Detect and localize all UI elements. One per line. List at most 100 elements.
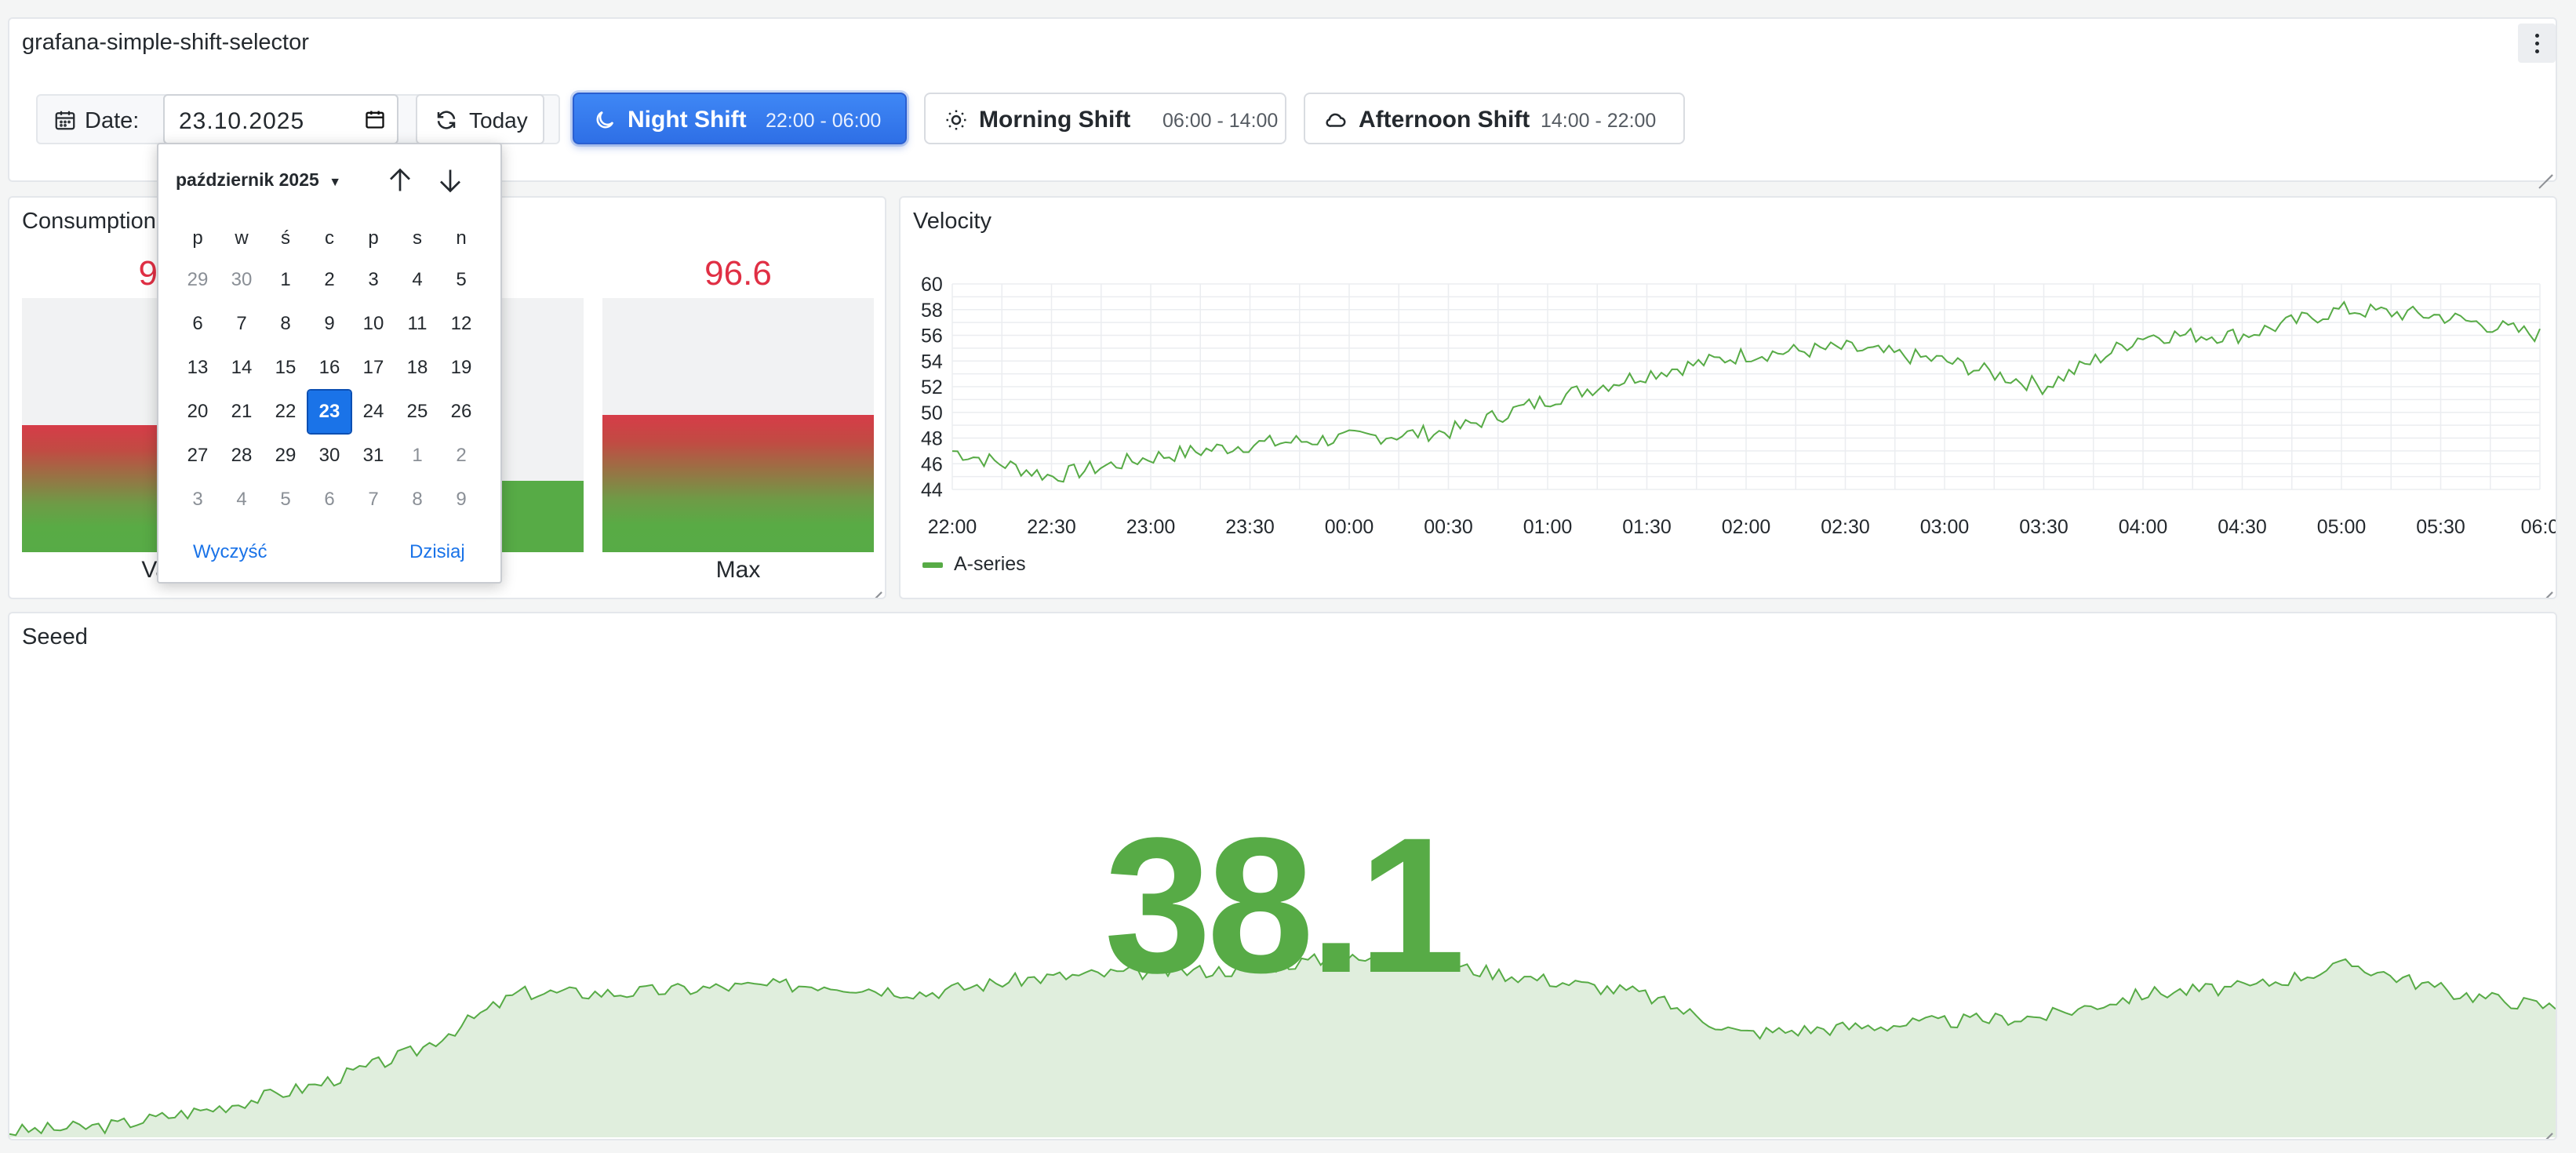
calendar-day[interactable]: 26 [440,391,482,433]
weekday-header: p [368,227,379,249]
grid-lines [951,283,2541,490]
date-group: Date: 23.10.2025 Today [36,94,560,144]
moon-icon [596,111,614,129]
calendar-day[interactable]: 8 [264,303,307,345]
calendar-picker-icon[interactable] [364,108,386,130]
weekday-header: s [413,227,422,249]
resize-handle[interactable] [2538,1122,2552,1136]
gauge-fill [602,415,874,552]
shift-name: Morning Shift [979,107,1131,133]
weekday-header: n [456,227,467,249]
calendar-day[interactable]: 29 [176,259,219,301]
calendar-day[interactable]: 3 [176,478,219,521]
date-input[interactable]: 23.10.2025 [163,94,398,144]
seeed-panel: Seeed 38.1 [8,612,2557,1140]
x-tick-label: 00:30 [1424,516,1473,538]
resize-handle[interactable] [2538,580,2552,595]
calendar-day[interactable]: 2 [440,435,482,477]
calendar-day[interactable]: 5 [264,478,307,521]
calendar-day[interactable]: 29 [264,435,307,477]
calendar-day[interactable]: 16 [308,347,351,389]
panel-menu-button[interactable] [2518,24,2556,63]
x-tick-label: 00:00 [1325,516,1374,538]
previous-month-arrow-icon[interactable] [386,165,414,196]
x-tick-label: 05:30 [2416,516,2465,538]
calendar-day[interactable]: 6 [176,303,219,345]
clear-date-link[interactable]: Wyczyść [193,541,267,563]
night-shift-button[interactable]: Night Shift 22:00 - 06:00 [573,93,907,144]
calendar-day[interactable]: 31 [352,435,395,477]
x-tick-label: 05:00 [2317,516,2367,538]
calendar-day[interactable]: 11 [396,303,438,345]
y-tick-label: 46 [921,453,943,475]
calendar-day[interactable]: 14 [220,347,263,389]
x-tick-label: 23:00 [1126,516,1176,538]
calendar-day[interactable]: 22 [264,391,307,433]
x-tick-label: 23:30 [1225,516,1275,538]
panel-title: Consumption [22,209,156,234]
calendar-day[interactable]: 13 [176,347,219,389]
resize-handle[interactable] [2538,163,2552,177]
calendar-day[interactable]: 4 [396,259,438,301]
calendar-day[interactable]: 10 [352,303,395,345]
afternoon-shift-button[interactable]: Afternoon Shift 14:00 - 22:00 [1304,93,1685,144]
date-value: 23.10.2025 [179,108,305,134]
calendar-day[interactable]: 12 [440,303,482,345]
today-label: Today [469,108,528,133]
calendar-day[interactable]: 17 [352,347,395,389]
weekday-header: c [325,227,334,249]
month-selector[interactable]: październik 2025 ▼ [176,169,341,191]
shift-name: Afternoon Shift [1359,107,1530,133]
date-label: Date: [85,108,140,133]
panel-title: grafana-simple-shift-selector [22,30,309,55]
calendar-day[interactable]: 23 [307,389,352,435]
date-picker-popup: październik 2025 ▼ p w ś c p s n 29 30 1 2 3 4 5 6 7 8 9 1… [157,143,502,584]
today-button[interactable]: Today [416,94,544,144]
y-tick-label: 52 [921,376,943,398]
calendar-day[interactable]: 4 [220,478,263,521]
calendar-day[interactable]: 25 [396,391,438,433]
calendar-day[interactable]: 30 [308,435,351,477]
calendar-day[interactable]: 2 [308,259,351,301]
today-link[interactable]: Dzisiaj [409,541,465,563]
calendar-day[interactable]: 18 [396,347,438,389]
calendar-day[interactable]: 19 [440,347,482,389]
calendar-day[interactable]: 9 [440,478,482,521]
dropdown-caret-icon: ▼ [329,176,342,189]
calendar-day[interactable]: 6 [308,478,351,521]
calendar-day[interactable]: 1 [264,259,307,301]
calendar-day[interactable]: 30 [220,259,263,301]
calendar-day[interactable]: 8 [396,478,438,521]
calendar-day[interactable]: 7 [352,478,395,521]
calendar-day[interactable]: 15 [264,347,307,389]
y-tick-label: 54 [921,351,943,373]
gauge-value: 96.6 [704,254,772,293]
calendar-day[interactable]: 28 [220,435,263,477]
resize-handle[interactable] [868,580,882,595]
y-tick-label: 60 [921,274,943,296]
morning-shift-button[interactable]: Morning Shift 06:00 - 14:00 [924,93,1286,144]
calendar-day[interactable]: 20 [176,391,219,433]
calendar-day[interactable]: 27 [176,435,219,477]
legend-swatch[interactable] [922,562,943,568]
calendar-day[interactable]: 21 [220,391,263,433]
calendar-day[interactable]: 9 [308,303,351,345]
x-tick-label: 04:00 [2119,516,2168,538]
velocity-panel: Velocity 44 46 48 50 52 54 56 58 60 22:00 22:30 23:… [899,196,2557,599]
next-month-arrow-icon[interactable] [436,165,464,196]
stat-value: 38.1 [1104,798,1466,1013]
calendar-day[interactable]: 24 [352,391,395,433]
x-tick-label: 01:00 [1523,516,1573,538]
calendar-day[interactable]: 5 [440,259,482,301]
y-tick-label: 48 [921,428,943,450]
shift-name: Night Shift [628,107,747,133]
calendar-icon [55,111,75,130]
calendar-day[interactable]: 7 [220,303,263,345]
calendar-day[interactable]: 3 [352,259,395,301]
x-tick-label: 03:00 [1920,516,1970,538]
shift-time: 06:00 - 14:00 [1162,110,1279,132]
shift-time: 14:00 - 22:00 [1541,110,1657,132]
legend-label[interactable]: A-series [954,553,1026,576]
sun-icon [946,110,966,130]
calendar-day[interactable]: 1 [396,435,438,477]
